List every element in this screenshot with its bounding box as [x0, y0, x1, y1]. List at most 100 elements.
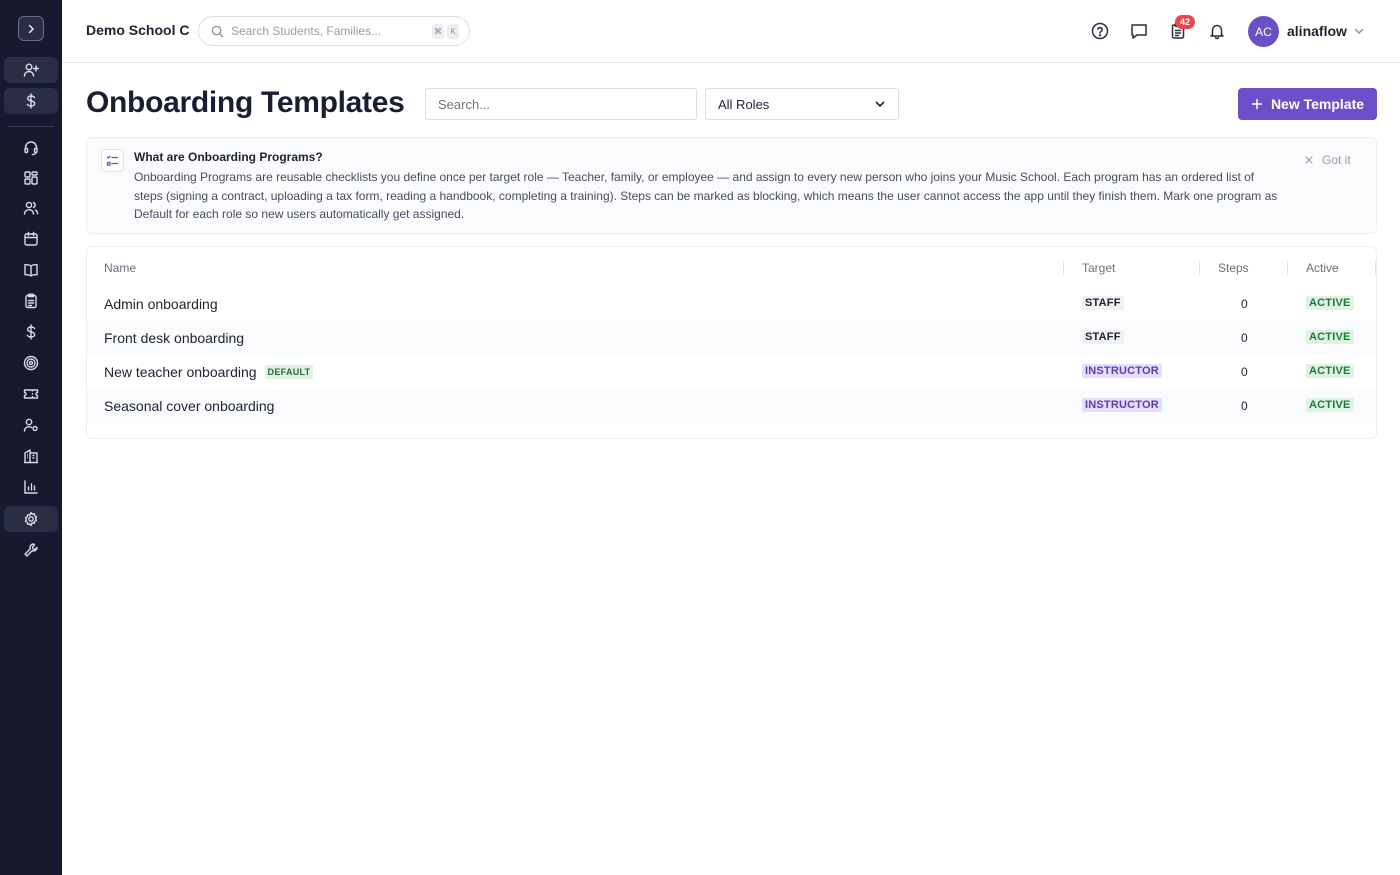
dismiss-info-button[interactable]: Got it: [1305, 153, 1351, 167]
wrench-icon: [24, 543, 38, 557]
sidebar-toggle-button[interactable]: [18, 16, 44, 41]
sidebar-item-goals[interactable]: [4, 350, 58, 376]
steps-count: 0: [1241, 297, 1248, 311]
role-filter-select[interactable]: All Roles: [705, 88, 899, 120]
chevron-down-icon[interactable]: [1353, 25, 1365, 37]
steps-count: 0: [1241, 399, 1248, 413]
school-name[interactable]: Demo School C: [86, 22, 189, 38]
column-header-active[interactable]: Active: [1306, 261, 1339, 275]
sidebar-item-dashboard[interactable]: [4, 165, 58, 191]
sidebar-item-support[interactable]: [4, 135, 58, 161]
template-name: Admin onboarding: [104, 296, 218, 312]
sidebar-item-people[interactable]: [4, 195, 58, 221]
sidebar-item-calendar[interactable]: [4, 226, 58, 252]
sidebar-item-locations[interactable]: [4, 443, 58, 469]
info-title: What are Onboarding Programs?: [134, 150, 323, 164]
close-icon: [1305, 156, 1313, 164]
column-divider[interactable]: [1199, 261, 1200, 275]
ticket-icon: [23, 389, 39, 399]
notification-count-badge: 42: [1175, 15, 1195, 29]
status-badge: ACTIVE: [1306, 364, 1354, 378]
grid-icon: [24, 171, 38, 185]
sidebar-item-reports[interactable]: [4, 474, 58, 500]
notifications-button[interactable]: [1206, 20, 1228, 42]
book-icon: [24, 263, 38, 277]
shortcut-key: K: [447, 23, 459, 39]
target-icon: [23, 355, 39, 371]
sidebar-item-billing[interactable]: [4, 88, 58, 114]
status-badge: ACTIVE: [1306, 398, 1354, 412]
shortcut-key: ⌘: [432, 23, 444, 39]
sidebar-item-add-user[interactable]: [4, 57, 58, 83]
template-name-cell: Seasonal cover onboarding: [104, 398, 274, 414]
info-banner: What are Onboarding Programs? Onboarding…: [86, 137, 1377, 234]
headset-icon: [24, 141, 38, 156]
templates-table: Name Target Steps Active Admin onboardin…: [86, 246, 1377, 439]
avatar[interactable]: AC: [1248, 16, 1279, 47]
chevron-right-icon: [28, 24, 35, 33]
sidebar-item-tools[interactable]: [4, 537, 58, 563]
sidebar-item-events[interactable]: [4, 381, 58, 407]
sidebar: [0, 0, 62, 875]
calendar-icon: [24, 231, 38, 246]
target-badge: STAFF: [1082, 296, 1124, 310]
role-filter-value: All Roles: [718, 96, 770, 112]
sidebar-item-tasks[interactable]: [4, 288, 58, 314]
dollar-icon: [26, 93, 36, 109]
column-divider[interactable]: [1287, 261, 1288, 275]
sidebar-item-payments[interactable]: [4, 319, 58, 345]
target-badge: STAFF: [1082, 330, 1124, 344]
help-button[interactable]: [1089, 20, 1111, 42]
table-row[interactable]: Seasonal cover onboarding INSTRUCTOR 0 A…: [87, 389, 1376, 423]
column-divider[interactable]: [1375, 261, 1376, 275]
bar-chart-icon: [24, 480, 38, 494]
default-badge: DEFAULT: [264, 365, 314, 379]
template-name: New teacher onboarding: [104, 364, 257, 380]
sidebar-divider: [8, 126, 54, 127]
column-divider[interactable]: [1063, 261, 1064, 275]
user-settings-icon: [23, 418, 38, 432]
search-icon: [211, 25, 224, 37]
new-template-label: New Template: [1270, 96, 1365, 112]
page-title: Onboarding Templates: [86, 86, 405, 119]
table-row[interactable]: New teacher onboarding DEFAULT INSTRUCTO…: [87, 355, 1376, 389]
target-badge: INSTRUCTOR: [1082, 364, 1162, 378]
list-check-icon: [101, 149, 124, 172]
message-icon: [1131, 24, 1147, 39]
template-name: Seasonal cover onboarding: [104, 398, 275, 414]
template-name-cell: Admin onboarding: [104, 296, 218, 312]
table-row[interactable]: Admin onboarding STAFF 0 ACTIVE: [87, 287, 1376, 321]
column-header-target[interactable]: Target: [1082, 261, 1115, 275]
dollar-icon: [26, 324, 36, 340]
search-shortcut: ⌘ K: [429, 23, 459, 39]
template-name-cell: New teacher onboarding DEFAULT: [104, 364, 314, 380]
status-badge: ACTIVE: [1306, 296, 1354, 310]
sidebar-item-staff[interactable]: [4, 412, 58, 438]
template-name: Front desk onboarding: [104, 330, 245, 346]
dismiss-label: Got it: [1322, 153, 1351, 167]
target-badge: INSTRUCTOR: [1082, 398, 1162, 412]
sidebar-item-settings[interactable]: [4, 506, 58, 532]
steps-count: 0: [1241, 365, 1248, 379]
table-row[interactable]: Front desk onboarding STAFF 0 ACTIVE: [87, 321, 1376, 355]
clipboard-icon: [25, 293, 37, 309]
sidebar-item-library[interactable]: [4, 257, 58, 283]
global-search-placeholder: Search Students, Families...: [231, 24, 382, 38]
plus-icon: [1251, 98, 1263, 110]
template-search-input[interactable]: [425, 88, 697, 120]
top-bar: Demo School C Search Students, Families.…: [62, 0, 1400, 63]
chevron-down-icon: [875, 101, 885, 108]
bell-icon: [1210, 24, 1224, 40]
messages-button[interactable]: [1128, 20, 1150, 42]
steps-count: 0: [1241, 331, 1248, 345]
status-badge: ACTIVE: [1306, 330, 1354, 344]
user-plus-icon: [23, 63, 39, 77]
help-circle-icon: [1091, 22, 1109, 40]
username[interactable]: alinaflow: [1287, 23, 1347, 39]
column-header-steps[interactable]: Steps: [1218, 261, 1249, 275]
new-template-button[interactable]: New Template: [1238, 88, 1377, 120]
column-header-name[interactable]: Name: [104, 261, 136, 275]
building-icon: [24, 449, 38, 464]
settings-icon: [24, 511, 38, 527]
global-search-input[interactable]: Search Students, Families... ⌘ K: [198, 16, 470, 46]
